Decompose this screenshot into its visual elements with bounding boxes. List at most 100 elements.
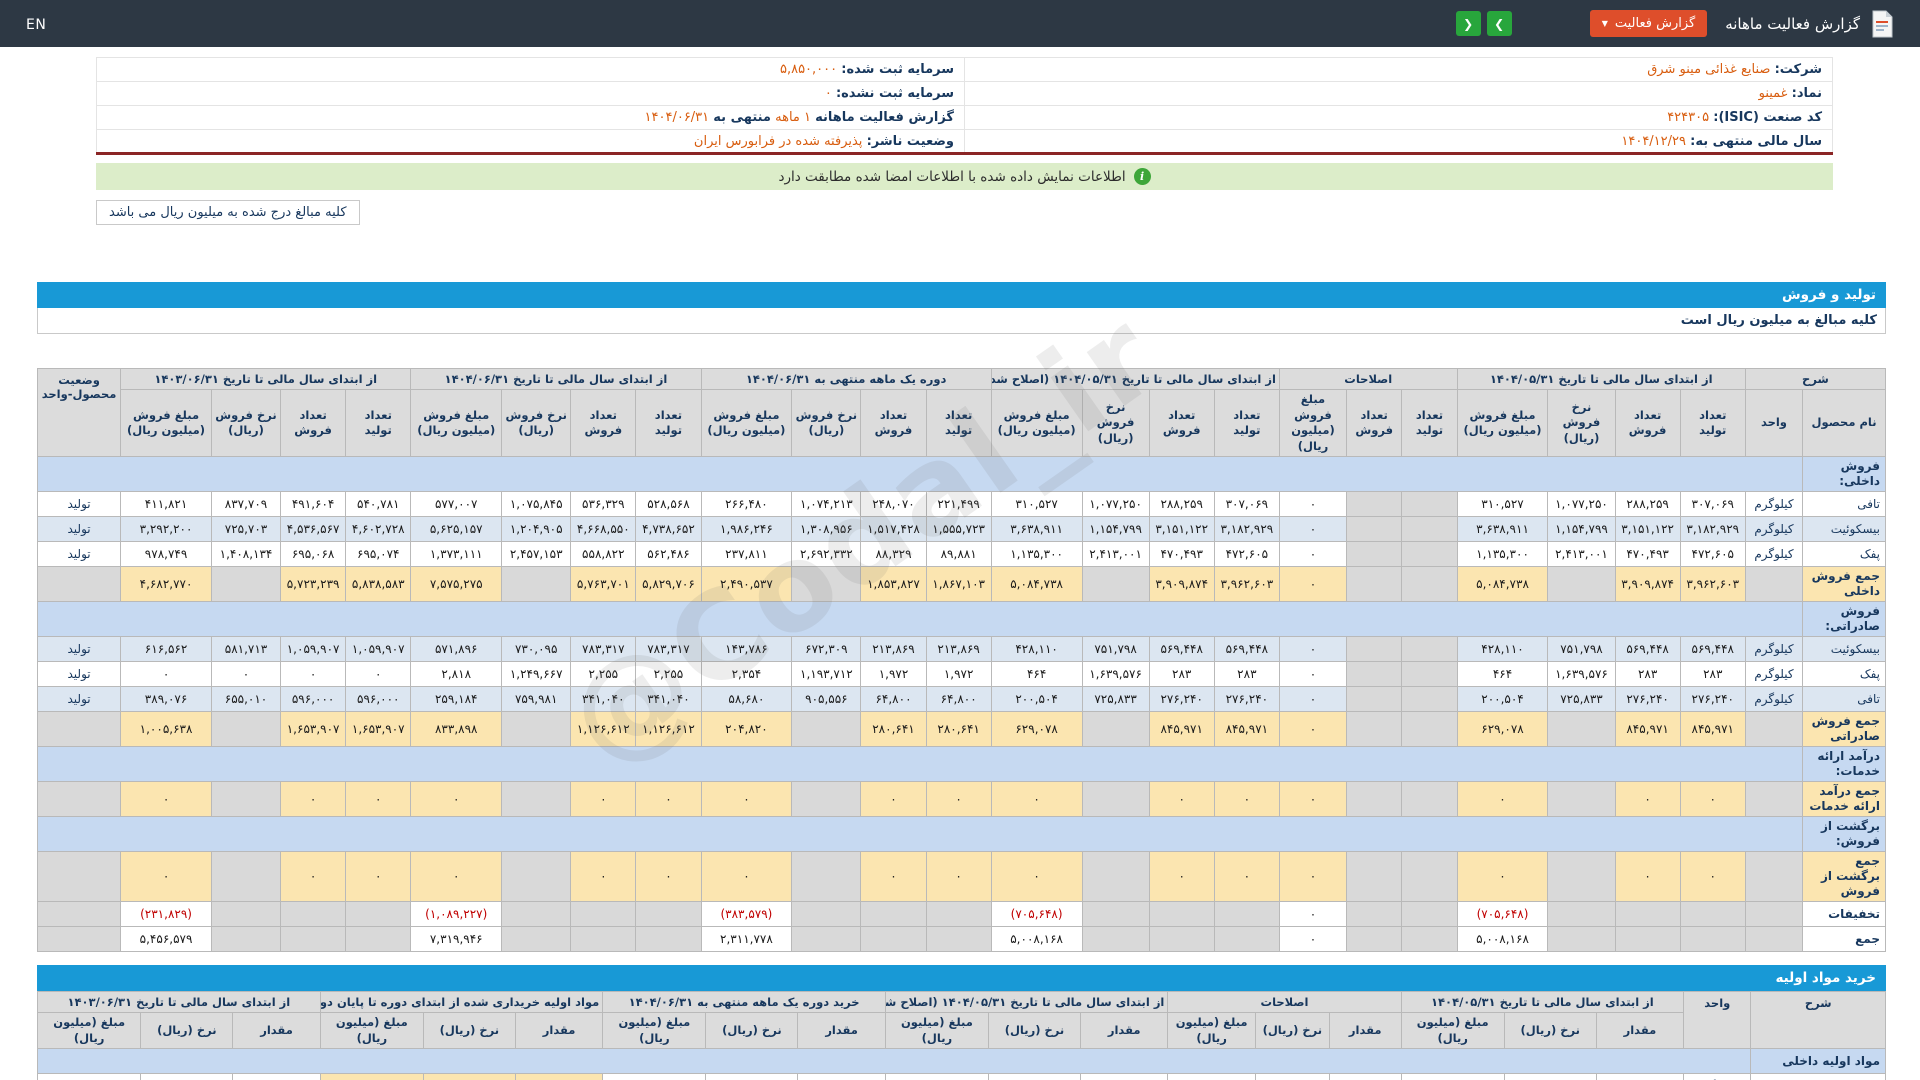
table-cell: ۸۴۵,۹۷۱ bbox=[1213, 711, 1280, 748]
table-cell: ۰ bbox=[120, 781, 212, 818]
column-header: تعداد تولید bbox=[345, 388, 412, 458]
table-cell: ۰ bbox=[1679, 851, 1746, 903]
table-cell bbox=[791, 851, 862, 903]
table-cell: ۴,۵۳۶,۵۶۷ bbox=[280, 516, 347, 543]
column-header: نرخ فروش (ریال) bbox=[1547, 388, 1616, 458]
table-cell: ۱,۹۷۲ bbox=[925, 661, 992, 688]
table-cell bbox=[1401, 566, 1458, 603]
report-type-dropdown[interactable]: گزارش فعالیت ▼ bbox=[1589, 10, 1708, 37]
table-row: درآمد ارائه خدمات: bbox=[36, 746, 1886, 783]
table-cell: ۳,۱۸۲,۹۲۹ bbox=[1213, 516, 1280, 543]
table-cell: ۰ bbox=[1148, 781, 1215, 818]
table-cell bbox=[210, 926, 282, 953]
column-header: مبلغ فروش (میلیون ریال) bbox=[700, 388, 793, 458]
table-cell: ۵۵۸,۸۲۲ bbox=[570, 541, 637, 568]
product-name-cell: بیسکوئیت bbox=[1802, 516, 1886, 543]
table-cell: ۱۳۸,۰۷۰ bbox=[602, 1073, 707, 1080]
table-cell: ۵۶۲,۴۸۶ bbox=[635, 541, 702, 568]
table-cell: ۱,۱۵۴,۷۹۹ bbox=[1081, 516, 1150, 543]
table-cell: ۷۵۹,۹۸۱ bbox=[501, 686, 572, 713]
table-cell: ۰ bbox=[1456, 851, 1549, 903]
table-cell: ۵۳۶,۳۲۹ bbox=[570, 491, 637, 518]
table-cell: ۶۹۵,۰۶۸ bbox=[280, 541, 347, 568]
table-cell: ۰ bbox=[1278, 566, 1348, 603]
table-cell: ۳,۹۶۲,۶۰۳ bbox=[1213, 566, 1280, 603]
table-cell bbox=[1744, 566, 1804, 603]
column-group-header: مواد اولیه خریداری شده از ابتدای دوره تا… bbox=[319, 991, 604, 1014]
table-cell: ۱,۱۳۵,۳۰۰ bbox=[1456, 541, 1549, 568]
column-header: مبلغ (میلیون ریال) bbox=[1167, 1012, 1256, 1050]
product-name-cell: جمع برگشت از فروش bbox=[1802, 851, 1886, 903]
table-cell: ۲۸۳ bbox=[1148, 661, 1215, 688]
table-cell: ۲۱۳,۸۶۹ bbox=[860, 636, 927, 663]
table-cell: ۱,۸۶۷,۱۰۳ bbox=[925, 566, 992, 603]
symbol-link[interactable]: غمینو bbox=[1759, 86, 1788, 101]
previous-report-button[interactable]: ❮ bbox=[1455, 11, 1481, 36]
table-cell: ۱,۱۵۴,۷۹۹ bbox=[1547, 516, 1616, 543]
fiscal-year-value: ۱۴۰۴/۱۲/۲۹ bbox=[1621, 133, 1686, 149]
table-cell: ۳,۱۸۲,۹۲۹ bbox=[1679, 516, 1746, 543]
company-name-link[interactable]: صنایع غذائی مینو شرق bbox=[1647, 62, 1770, 77]
table-cell bbox=[210, 711, 282, 748]
table-cell bbox=[1346, 491, 1403, 518]
table-cell bbox=[1081, 901, 1150, 928]
table-cell bbox=[1346, 661, 1403, 688]
table-cell bbox=[501, 926, 572, 953]
table-cell: ۹۷۸,۷۴۹ bbox=[120, 541, 212, 568]
column-header: نرخ (ریال) bbox=[140, 1012, 234, 1050]
table-cell: ۲,۴۹۰,۵۳۷ bbox=[700, 566, 793, 603]
table-cell: کیلوگرم bbox=[1744, 541, 1804, 568]
table-cell: ۰ bbox=[860, 851, 927, 903]
table-cell bbox=[1401, 901, 1458, 928]
publisher-status-cell: وضعیت ناشر: پذیرفته شده در فرابورس ایران bbox=[96, 129, 965, 154]
table-cell: ۵,۴۵۶,۵۷۹ bbox=[120, 926, 212, 953]
table-cell bbox=[501, 566, 572, 603]
language-toggle[interactable]: EN bbox=[26, 17, 46, 33]
table-cell: ۰ bbox=[700, 781, 793, 818]
table-cell: ۰ bbox=[280, 851, 347, 903]
product-name-cell: تافی bbox=[1802, 491, 1886, 518]
table-cell: ۰ bbox=[570, 781, 637, 818]
table-cell: ۱۲۷,۶۷۱ bbox=[232, 1073, 321, 1080]
table-cell: ۱,۵۵۵,۷۲۳ bbox=[925, 516, 992, 543]
table-cell bbox=[1346, 901, 1403, 928]
production-sales-table: شرح از ابتدای سال مالی تا تاریخ ۱۴۰۴/۰۵/۳… bbox=[36, 367, 1887, 953]
table-cell: ۰ bbox=[1213, 851, 1280, 903]
table-cell bbox=[570, 901, 637, 928]
column-header: مبلغ فروش (میلیون ریال) bbox=[120, 388, 212, 458]
table-cell: ۵۴۰,۷۸۱ bbox=[345, 491, 412, 518]
next-report-button[interactable]: ❯ bbox=[1486, 11, 1512, 36]
table-cell: ۴۷۲,۶۰۵ bbox=[1213, 541, 1280, 568]
section-header-production-sales: تولید و فروش bbox=[37, 282, 1886, 308]
table-cell: ۰ bbox=[280, 661, 347, 688]
column-header: مبلغ فروش (میلیون ریال) bbox=[990, 388, 1083, 458]
table-row: تافی کیلوگرم ۳۰۷,۰۶۹ ۲۸۸,۲۵۹ ۱,۰۷۷,۲۵۰ ۳۱۰,۵۲… bbox=[36, 491, 1886, 518]
table-cell: تولید bbox=[36, 661, 122, 688]
column-header: مقدار bbox=[797, 1012, 886, 1050]
column-header: تعداد تولید bbox=[635, 388, 702, 458]
table-cell bbox=[1148, 901, 1215, 928]
table-cell: ۱,۰۵۹,۹۰۷ bbox=[280, 636, 347, 663]
table-cell: ۲,۳۵۴ bbox=[700, 661, 793, 688]
table-row: انواع سلفونکیلو گرم۳۸,۱۹۳۲,۴۹۴,۲۵۳۹۵,۲۶۳… bbox=[36, 1073, 1886, 1080]
column-group-header: از ابتدای سال مالی تا تاریخ ۱۴۰۳/۰۶/۳۱ bbox=[37, 991, 321, 1014]
table-cell: ۲,۸۱۸ bbox=[410, 661, 503, 688]
table-row: جمع ۵,۰۰۸,۱۶۸ ۰ ۵,۰۰۸,۱۶۸ ۲,۳۱۱,۷۷۸ ۷,۳۱۹,۹۴۶… bbox=[36, 926, 1886, 953]
table-cell: ۲۰۰,۵۰۴ bbox=[990, 686, 1083, 713]
report-navigation: ❯ ❮ bbox=[1455, 11, 1512, 36]
table-cell: ۳,۹۰۹,۸۷۴ bbox=[1614, 566, 1681, 603]
table-cell bbox=[36, 816, 1804, 853]
company-label: شرکت: bbox=[1774, 62, 1822, 77]
column-header: نرخ فروش (ریال) bbox=[210, 388, 282, 458]
table-cell: ۰ bbox=[1278, 781, 1348, 818]
column-header: تعداد تولید bbox=[1213, 388, 1280, 458]
table-cell: ۷۵۱,۷۹۸ bbox=[1547, 636, 1616, 663]
table-cell: ۱,۵۱۷,۴۲۸ bbox=[860, 516, 927, 543]
table-cell bbox=[36, 746, 1804, 783]
raw-materials-table: شرح واحد از ابتدای سال مالی تا تاریخ ۱۴۰۴/… bbox=[36, 991, 1886, 1080]
table-cell: ۴,۶۶۸,۵۵۰ bbox=[570, 516, 637, 543]
report-period-label2: منتهی به bbox=[713, 110, 771, 125]
table-cell: ۱,۱۳۵,۳۰۰ bbox=[990, 541, 1083, 568]
table-cell: ۴۷۰,۴۹۳ bbox=[1614, 541, 1681, 568]
column-group-header: از ابتدای سال مالی تا تاریخ ۱۴۰۳/۰۶/۳۱ bbox=[120, 368, 412, 390]
